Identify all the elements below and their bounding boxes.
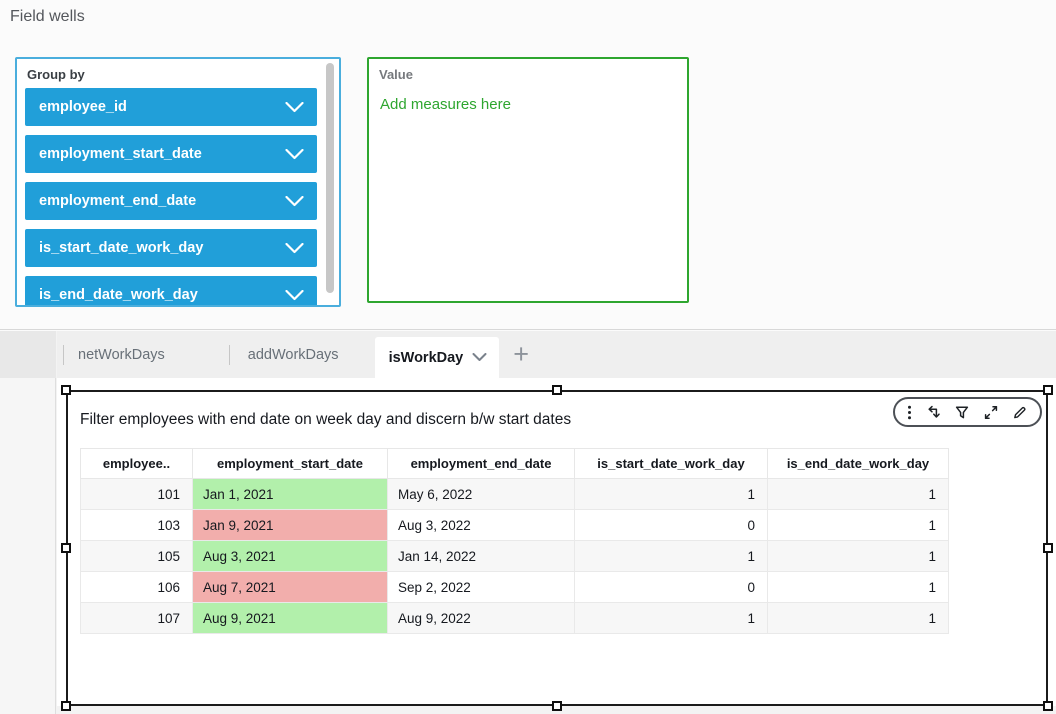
chevron-down-icon[interactable] — [285, 243, 304, 254]
table-visual[interactable]: Filter employees with end date on week d… — [66, 390, 1048, 706]
field-pill-is-end-date-work-day[interactable]: is_end_date_work_day — [25, 276, 317, 307]
resize-handle-middle-right[interactable] — [1043, 543, 1053, 553]
filter-funnel-icon — [954, 405, 970, 420]
field-pill-label: is_end_date_work_day — [39, 287, 198, 303]
group-by-pill-list: employee_id employment_start_date employ… — [25, 88, 317, 307]
tab-label: netWorkDays — [78, 347, 165, 363]
resize-handle-bottom-left[interactable] — [61, 701, 71, 711]
field-pill-label: employment_end_date — [39, 193, 196, 209]
chevron-down-icon[interactable] — [472, 353, 487, 362]
cell-start-date-highlighted[interactable]: Aug 7, 2021 — [193, 572, 388, 603]
resize-handle-top-left[interactable] — [61, 385, 71, 395]
cell-is-start-work-day[interactable]: 1 — [575, 479, 768, 510]
group-by-well[interactable]: Group by employee_id employment_start_da… — [15, 57, 341, 307]
swap-arrows-button[interactable] — [925, 405, 941, 420]
field-pill-label: is_start_date_work_day — [39, 240, 203, 256]
scrollbar-track — [326, 63, 334, 301]
cell-is-end-work-day[interactable]: 1 — [768, 510, 949, 541]
cell-employee-id[interactable]: 103 — [81, 510, 193, 541]
sheet-tab-bar: netWorkDays addWorkDays isWorkDay + — [57, 331, 1056, 378]
value-label: Value — [369, 59, 687, 82]
cell-is-start-work-day[interactable]: 0 — [575, 510, 768, 541]
chevron-down-icon[interactable] — [285, 149, 304, 160]
tab-networkdays[interactable]: netWorkDays — [64, 331, 229, 378]
cell-is-start-work-day[interactable]: 1 — [575, 603, 768, 634]
left-gutter — [0, 331, 56, 714]
table-row: 103 Jan 9, 2021 Aug 3, 2022 0 1 — [81, 510, 949, 541]
edit-button[interactable] — [1012, 405, 1028, 420]
cell-employee-id[interactable]: 107 — [81, 603, 193, 634]
cell-end-date[interactable]: Sep 2, 2022 — [388, 572, 575, 603]
sheet-area: netWorkDays addWorkDays isWorkDay + — [0, 331, 1056, 714]
field-wells-panel: Field wells Group by employee_id employm… — [0, 0, 1056, 330]
cell-start-date-highlighted[interactable]: Jan 1, 2021 — [193, 479, 388, 510]
filter-button[interactable] — [954, 405, 970, 420]
add-sheet-button[interactable]: + — [513, 341, 529, 368]
cell-start-date-highlighted[interactable]: Aug 3, 2021 — [193, 541, 388, 572]
tab-label: isWorkDay — [389, 350, 464, 366]
cell-is-end-work-day[interactable]: 1 — [768, 541, 949, 572]
tab-addworkdays[interactable]: addWorkDays — [230, 331, 375, 378]
resize-handle-top-right[interactable] — [1043, 385, 1053, 395]
cell-start-date-highlighted[interactable]: Aug 9, 2021 — [193, 603, 388, 634]
sheet-canvas: Filter employees with end date on week d… — [57, 378, 1056, 706]
group-by-label: Group by — [17, 59, 339, 82]
value-well[interactable]: Value Add measures here — [367, 57, 689, 303]
cell-is-start-work-day[interactable]: 1 — [575, 541, 768, 572]
quicksight-analysis-page: Field wells Group by employee_id employm… — [0, 0, 1056, 714]
column-header-is-start-date-work-day[interactable]: is_start_date_work_day — [575, 449, 768, 479]
data-table: employee.. employment_start_date employm… — [80, 448, 949, 634]
resize-handle-bottom-middle[interactable] — [552, 701, 562, 711]
table-row: 106 Aug 7, 2021 Sep 2, 2022 0 1 — [81, 572, 949, 603]
menu-options-button[interactable] — [907, 405, 912, 420]
field-pill-employment-start-date[interactable]: employment_start_date — [25, 135, 317, 173]
field-pill-is-start-date-work-day[interactable]: is_start_date_work_day — [25, 229, 317, 267]
column-header-is-end-date-work-day[interactable]: is_end_date_work_day — [768, 449, 949, 479]
field-pill-employee-id[interactable]: employee_id — [25, 88, 317, 126]
left-gutter-top — [0, 331, 56, 378]
tab-label: addWorkDays — [248, 347, 339, 363]
expand-button[interactable] — [983, 405, 999, 420]
cell-end-date[interactable]: Aug 3, 2022 — [388, 510, 575, 541]
cell-start-date-highlighted[interactable]: Jan 9, 2021 — [193, 510, 388, 541]
field-wells-title: Field wells — [10, 8, 85, 26]
chevron-down-icon[interactable] — [285, 102, 304, 113]
cell-end-date[interactable]: Aug 9, 2022 — [388, 603, 575, 634]
edit-pencil-icon — [1012, 405, 1028, 420]
cell-end-date[interactable]: May 6, 2022 — [388, 479, 575, 510]
column-header-employee-id[interactable]: employee.. — [81, 449, 193, 479]
cell-is-end-work-day[interactable]: 1 — [768, 479, 949, 510]
expand-icon — [983, 405, 999, 420]
field-pill-label: employment_start_date — [39, 146, 202, 162]
field-pill-employment-end-date[interactable]: employment_end_date — [25, 182, 317, 220]
cell-employee-id[interactable]: 101 — [81, 479, 193, 510]
resize-handle-top-middle[interactable] — [552, 385, 562, 395]
table-row: 107 Aug 9, 2021 Aug 9, 2022 1 1 — [81, 603, 949, 634]
resize-handle-middle-left[interactable] — [61, 543, 71, 553]
chevron-down-icon[interactable] — [285, 196, 304, 207]
kebab-menu-icon — [907, 405, 912, 420]
visual-title: Filter employees with end date on week d… — [80, 411, 571, 429]
cell-employee-id[interactable]: 106 — [81, 572, 193, 603]
column-header-employment-end-date[interactable]: employment_end_date — [388, 449, 575, 479]
table-header-row: employee.. employment_start_date employm… — [81, 449, 949, 479]
table-row: 101 Jan 1, 2021 May 6, 2022 1 1 — [81, 479, 949, 510]
chevron-down-icon[interactable] — [285, 290, 304, 301]
tab-isworkday-active[interactable]: isWorkDay — [375, 337, 500, 378]
swap-arrows-icon — [925, 405, 941, 420]
cell-end-date[interactable]: Jan 14, 2022 — [388, 541, 575, 572]
table-row: 105 Aug 3, 2021 Jan 14, 2022 1 1 — [81, 541, 949, 572]
cell-is-start-work-day[interactable]: 0 — [575, 572, 768, 603]
cell-employee-id[interactable]: 105 — [81, 541, 193, 572]
visual-toolbar — [893, 397, 1042, 427]
add-measures-placeholder: Add measures here — [369, 82, 687, 113]
scrollbar-thumb[interactable] — [326, 63, 334, 293]
cell-is-end-work-day[interactable]: 1 — [768, 603, 949, 634]
field-pill-label: employee_id — [39, 99, 127, 115]
resize-handle-bottom-right[interactable] — [1043, 701, 1053, 711]
cell-is-end-work-day[interactable]: 1 — [768, 572, 949, 603]
column-header-employment-start-date[interactable]: employment_start_date — [193, 449, 388, 479]
